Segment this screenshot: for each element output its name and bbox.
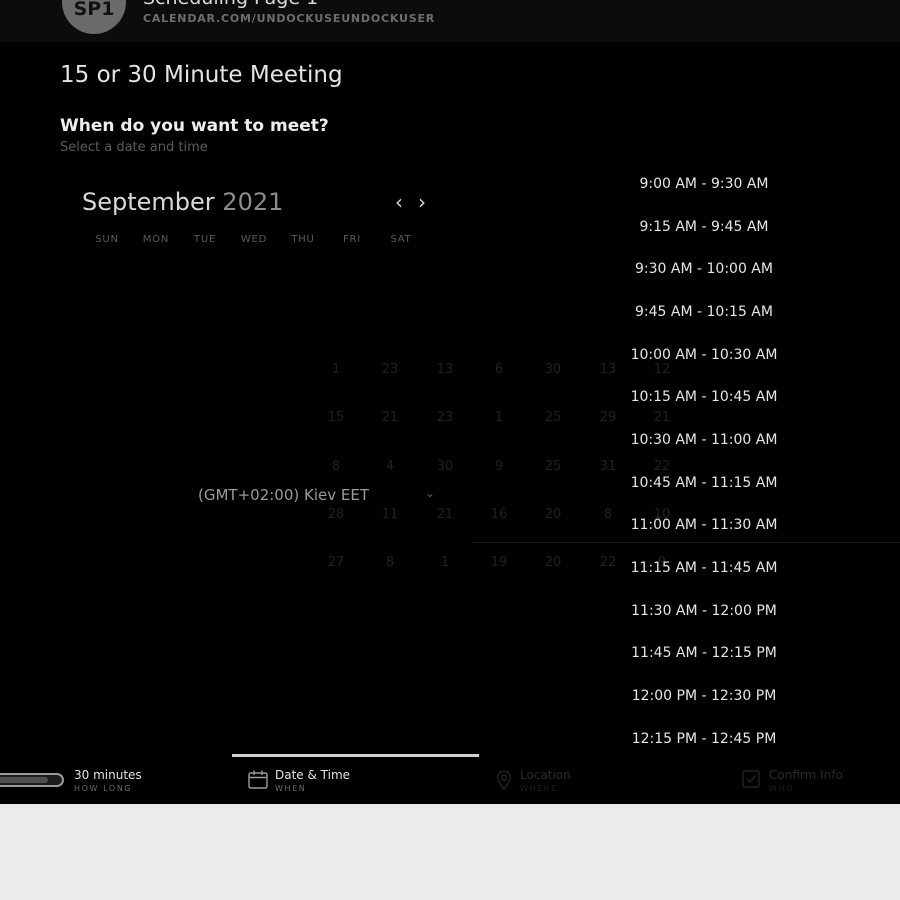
- step-date-time-title: Date & Time: [275, 768, 351, 782]
- calendar-day: 6: [494, 362, 504, 377]
- time-slot-button[interactable]: 9:30 AM - 10:00 AM: [620, 254, 788, 284]
- calendar-day: 8: [331, 459, 341, 474]
- step-date-time[interactable]: Date & Time WHEN: [232, 756, 479, 804]
- calendar-day: 28: [327, 507, 345, 522]
- calendar-day: 11: [381, 507, 399, 522]
- scheduling-page-name: Scheduling Page 1: [143, 0, 318, 9]
- step-duration-sub: HOW LONG: [74, 784, 133, 793]
- time-slot-button[interactable]: 10:30 AM - 11:00 AM: [620, 425, 788, 455]
- step-confirm-info[interactable]: Confirm Info WHO: [740, 756, 900, 804]
- calendar-day: 25: [544, 459, 562, 474]
- calendar-month-label: September 2021: [82, 188, 283, 216]
- page-header: SP1 Scheduling Page 1 CALENDAR.COM/UNDOC…: [0, 0, 900, 42]
- timezone-select[interactable]: (GMT+02:00) Kiev EET: [198, 486, 369, 504]
- when-heading: When do you want to meet?: [60, 116, 329, 136]
- calendar-day: 19: [490, 555, 508, 570]
- time-slot-button[interactable]: 10:15 AM - 10:45 AM: [620, 382, 788, 412]
- calendar-day: 1: [494, 410, 504, 425]
- weekday-label: THU: [291, 234, 315, 245]
- chevron-down-icon[interactable]: ⌄: [425, 486, 435, 500]
- time-slot-button[interactable]: 9:00 AM - 9:30 AM: [620, 169, 788, 199]
- time-slot-button[interactable]: 11:45 AM - 12:15 PM: [620, 638, 788, 668]
- duration-slider-fill: [0, 777, 48, 783]
- weekday-label: WED: [240, 234, 268, 245]
- time-slot-button[interactable]: 12:00 PM - 12:30 PM: [620, 681, 788, 711]
- calendar-day: 21: [381, 410, 399, 425]
- calendar-day: 21: [653, 410, 671, 425]
- step-duration[interactable]: 30 minutes HOW LONG: [0, 756, 230, 804]
- calendar-day: 20: [544, 507, 562, 522]
- time-slot-button[interactable]: 12:15 PM - 12:45 PM: [620, 724, 788, 754]
- next-month-chevron-icon[interactable]: ›: [418, 190, 426, 214]
- weekday-label: SAT: [390, 234, 412, 245]
- calendar-day: 4: [385, 459, 395, 474]
- duration-slider[interactable]: [0, 773, 64, 787]
- time-slot-button[interactable]: 11:00 AM - 11:30 AM: [620, 510, 788, 540]
- select-date-hint: Select a date and time: [60, 140, 208, 155]
- event-title: 15 or 30 Minute Meeting: [60, 62, 343, 88]
- checkbox-icon: [742, 770, 760, 788]
- calendar-day: 1: [331, 362, 341, 377]
- weekday-label: MON: [142, 234, 170, 245]
- avatar: SP1: [62, 0, 126, 34]
- calendar-day: 23: [436, 410, 454, 425]
- calendar-day: 27: [327, 555, 345, 570]
- month-year: 2021: [222, 188, 284, 216]
- booking-steps-bar: 30 minutes HOW LONG Date & Time WHEN Loc…: [0, 756, 900, 804]
- scheduling-app: SP1 Scheduling Page 1 CALENDAR.COM/UNDOC…: [0, 0, 900, 804]
- step-location[interactable]: Location WHERE: [490, 756, 710, 804]
- calendar-day: 29: [599, 410, 617, 425]
- calendar-day: 9: [494, 459, 504, 474]
- scheduling-page-url[interactable]: CALENDAR.COM/UNDOCKUSEUNDOCKUSER: [143, 12, 435, 25]
- calendar-icon: [248, 770, 268, 789]
- calendar-day: 8: [385, 555, 395, 570]
- time-slot-button[interactable]: 9:15 AM - 9:45 AM: [620, 212, 788, 242]
- calendar-day: 23: [381, 362, 399, 377]
- month-name: September: [82, 188, 215, 216]
- time-slot-button[interactable]: 9:45 AM - 10:15 AM: [620, 297, 788, 327]
- time-slot-button[interactable]: 10:00 AM - 10:30 AM: [620, 340, 788, 370]
- calendar-day: 13: [436, 362, 454, 377]
- time-slot-button[interactable]: 10:45 AM - 11:15 AM: [620, 468, 788, 498]
- calendar-day: 1: [440, 555, 450, 570]
- location-pin-icon: [496, 770, 512, 790]
- calendar-day: 30: [436, 459, 454, 474]
- calendar-day: 25: [544, 410, 562, 425]
- calendar-day: 20: [544, 555, 562, 570]
- calendar-day: 21: [436, 507, 454, 522]
- step-duration-title: 30 minutes: [74, 768, 142, 782]
- weekday-label: SUN: [95, 234, 119, 245]
- time-slot-button[interactable]: 11:15 AM - 11:45 AM: [620, 553, 788, 583]
- calendar-day: 16: [490, 507, 508, 522]
- step-date-time-sub: WHEN: [275, 784, 307, 793]
- divider: [472, 542, 900, 543]
- prev-month-chevron-icon[interactable]: ‹: [395, 190, 403, 214]
- step-confirm-sub: WHO: [769, 784, 795, 793]
- time-slot-button[interactable]: 11:30 AM - 12:00 PM: [620, 596, 788, 626]
- calendar-day: 15: [327, 410, 345, 425]
- weekday-label: TUE: [193, 234, 217, 245]
- step-location-title: Location: [520, 768, 571, 782]
- step-confirm-title: Confirm Info: [769, 768, 843, 782]
- step-location-sub: WHERE: [520, 784, 558, 793]
- weekday-label: FRI: [342, 234, 362, 245]
- calendar-day: 30: [544, 362, 562, 377]
